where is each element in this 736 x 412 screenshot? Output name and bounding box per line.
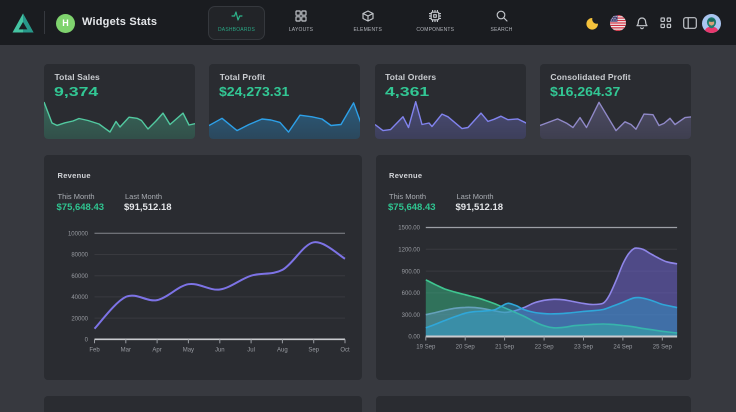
svg-text:600.00: 600.00	[401, 291, 420, 297]
svg-text:900.00: 900.00	[401, 269, 420, 275]
svg-text:Aug: Aug	[277, 347, 288, 353]
svg-text:Jun: Jun	[215, 347, 225, 353]
svg-text:100000: 100000	[68, 232, 89, 238]
svg-text:Mar: Mar	[121, 347, 131, 353]
svg-text:25 Sep: 25 Sep	[652, 345, 672, 351]
svg-text:Feb: Feb	[89, 347, 100, 353]
svg-text:1200.00: 1200.00	[398, 248, 420, 254]
svg-text:40000: 40000	[71, 295, 88, 301]
svg-text:24 Sep: 24 Sep	[613, 345, 633, 351]
svg-text:22 Sep: 22 Sep	[534, 345, 554, 351]
svg-text:23 Sep: 23 Sep	[573, 345, 593, 351]
svg-text:80000: 80000	[71, 253, 88, 259]
svg-text:0: 0	[85, 338, 89, 344]
svg-text:21 Sep: 21 Sep	[495, 345, 515, 351]
svg-text:Apr: Apr	[152, 347, 161, 353]
svg-text:Jul: Jul	[247, 347, 255, 353]
svg-text:20 Sep: 20 Sep	[455, 345, 475, 351]
svg-text:Sep: Sep	[308, 347, 319, 353]
svg-text:60000: 60000	[71, 274, 88, 280]
svg-text:1500.00: 1500.00	[398, 226, 420, 232]
svg-text:Oct: Oct	[340, 347, 350, 353]
svg-text:19 Sep: 19 Sep	[416, 345, 436, 351]
svg-text:300.00: 300.00	[401, 313, 420, 319]
svg-text:0.00: 0.00	[408, 335, 420, 341]
svg-text:May: May	[183, 347, 194, 353]
svg-text:20000: 20000	[71, 316, 88, 322]
